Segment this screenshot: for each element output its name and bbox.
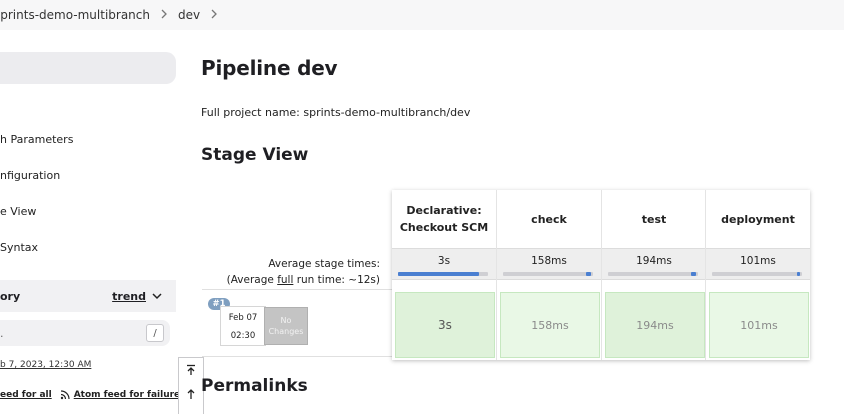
build-date: Feb 07	[228, 313, 258, 323]
atom-feed-all-link[interactable]: eed for all	[0, 390, 52, 400]
breadcrumb: sprints-demo-multibranch dev	[0, 0, 844, 30]
permalinks-title: Permalinks	[201, 376, 308, 396]
stage-cell[interactable]: 158ms	[500, 292, 600, 358]
stage-avg-time: 194ms	[636, 255, 672, 267]
sidebar-task-build-with-parameters[interactable]: h Parameters	[0, 133, 73, 146]
stage-column: check 158ms 158ms	[497, 190, 601, 360]
stage-progress-fill	[691, 272, 696, 276]
stage-average: 101ms	[706, 248, 810, 280]
stage-avg-time: 158ms	[531, 255, 567, 267]
breadcrumb-item-project[interactable]: sprints-demo-multibranch	[0, 8, 150, 22]
sidebar-search-box[interactable]	[0, 52, 176, 84]
chevron-right-icon[interactable]	[210, 8, 218, 22]
chevron-down-icon	[152, 293, 162, 300]
filter-shortcut-key: /	[146, 324, 164, 342]
stage-average: 3s	[392, 248, 496, 280]
stage-header: Declarative: Checkout SCM	[392, 190, 496, 248]
avg-run-time-text: (Average full run time: ~12s)	[202, 272, 380, 288]
stage-cell[interactable]: 101ms	[709, 292, 809, 358]
build-filter-input[interactable]: . /	[0, 320, 170, 346]
avg-run-suffix: run time: ~12s)	[293, 274, 380, 286]
atom-feed-failures-link[interactable]: Atom feed for failures	[74, 390, 186, 400]
build-history-header: ory trend	[0, 280, 176, 312]
build-date-box[interactable]: Feb 07 02:30	[220, 306, 266, 346]
stage-cell[interactable]: 3s	[395, 292, 495, 358]
stage-average: 158ms	[497, 248, 601, 280]
sidebar-task-pipeline-syntax[interactable]: Syntax	[0, 241, 38, 254]
stage-avg-time: 3s	[437, 255, 451, 267]
stage-view-table: Declarative: Checkout SCM 3s 3s check 158…	[392, 190, 810, 360]
stage-column: test 194ms 194ms	[602, 190, 706, 360]
stage-column: deployment 101ms 101ms	[706, 190, 810, 360]
sidebar-task-full-stage-view[interactable]: e View	[0, 205, 36, 218]
stage-progress-track	[398, 272, 488, 276]
trend-label: trend	[112, 289, 146, 303]
full-project-name: Full project name: sprints-demo-multibra…	[201, 106, 471, 119]
rss-icon	[60, 390, 70, 400]
stage-view-title: Stage View	[201, 145, 309, 165]
stage-column: Declarative: Checkout SCM 3s 3s	[392, 190, 496, 360]
stage-average: 194ms	[602, 248, 706, 280]
atom-feeds: eed for all Atom feed for failures	[0, 390, 186, 400]
trend-button[interactable]: trend	[112, 290, 162, 303]
build-history-title: ory	[0, 289, 21, 303]
full-run-time-link[interactable]: full	[277, 274, 293, 286]
chevron-right-icon[interactable]	[160, 8, 168, 22]
avg-run-prefix: (Average	[226, 274, 278, 286]
stage-name: test	[641, 212, 667, 226]
build-time: 02:30	[230, 331, 256, 341]
stage-progress-track	[712, 272, 802, 276]
stage-name: check	[531, 212, 567, 226]
stage-name-line2: Checkout SCM	[399, 221, 489, 234]
stage-progress-fill	[797, 272, 800, 276]
avg-stage-times-text: Average stage times:	[268, 258, 380, 270]
stage-name: deployment	[721, 212, 795, 226]
stage-progress-fill	[398, 272, 479, 276]
row-divider	[202, 356, 392, 357]
build-history-entry-link[interactable]: b 7, 2023, 12:30 AM	[0, 360, 91, 370]
page-title: Pipeline dev	[201, 56, 338, 80]
arrow-to-top-icon	[187, 364, 195, 375]
sidebar-task-configuration[interactable]: nfiguration	[0, 169, 60, 182]
stage-progress-track	[608, 272, 698, 276]
stage-name: Declarative:	[406, 204, 482, 217]
filter-placeholder: .	[0, 326, 4, 340]
stage-cell[interactable]: 194ms	[605, 292, 705, 358]
stage-progress-track	[503, 272, 593, 276]
stage-avg-time: 101ms	[740, 255, 776, 267]
scroll-up-button[interactable]	[179, 382, 203, 406]
average-stage-times-label: Average stage times: (Average full run t…	[202, 256, 380, 288]
stage-progress-fill	[586, 272, 591, 276]
stage-header: test	[602, 190, 706, 248]
arrow-up-icon	[187, 389, 195, 399]
stage-header: check	[497, 190, 601, 248]
no-changes-box: No Changes	[264, 307, 308, 345]
breadcrumb-item-branch[interactable]: dev	[178, 8, 200, 22]
row-divider	[202, 289, 392, 290]
stage-header: deployment	[706, 190, 810, 248]
scroll-to-top-button[interactable]	[179, 358, 203, 382]
